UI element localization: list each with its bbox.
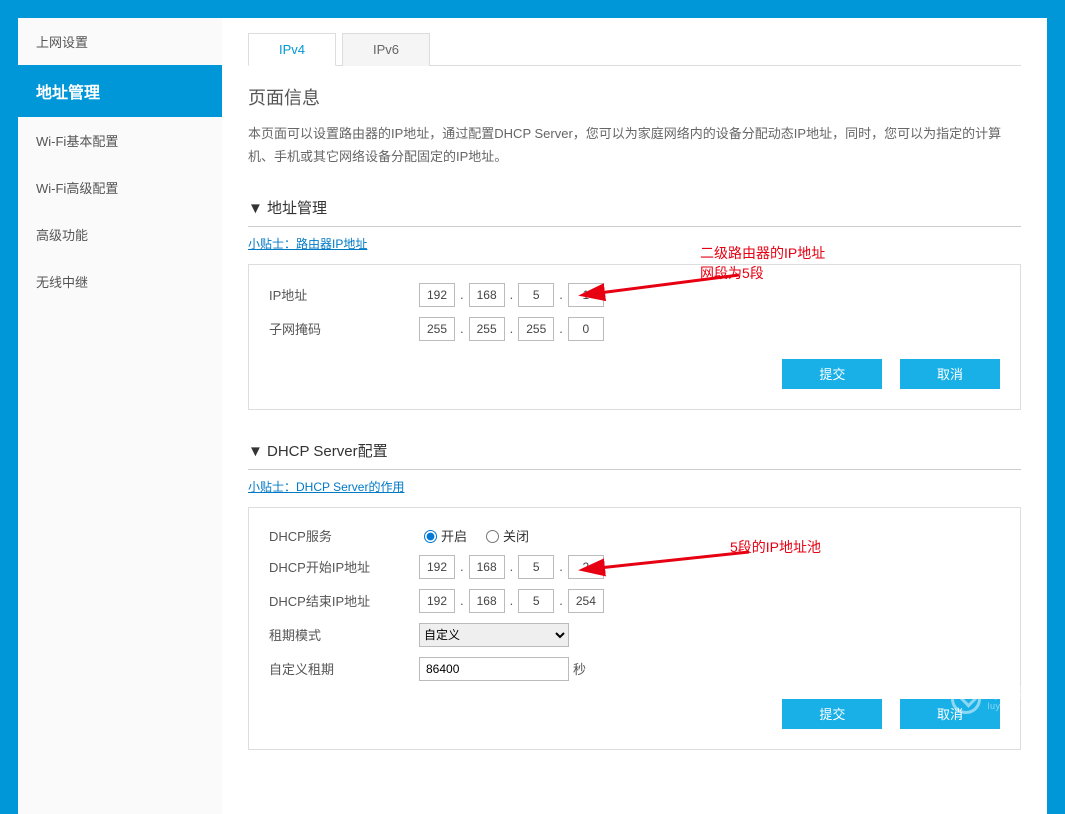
section-address-head[interactable]: ▼ 地址管理 [248,191,1021,227]
dhcp-panel: DHCP服务 开启 关闭 DHCP开始IP地址 . . . DHCP结束IP地址 [248,507,1021,750]
sidebar-item-relay[interactable]: 无线中继 [18,258,222,305]
mask-oct-1[interactable] [419,317,455,341]
watermark-title: 路由器 [987,686,1041,703]
custom-lease-input[interactable] [419,657,569,681]
mask-oct-3[interactable] [518,317,554,341]
dhcp-service-label: DHCP服务 [269,526,419,545]
sidebar-item-advanced[interactable]: 高级功能 [18,211,222,258]
end-oct-2[interactable] [469,589,505,613]
tabs: IPv4 IPv6 [248,32,1021,66]
tip-router-ip[interactable]: 小贴士：路由器IP地址 [248,235,367,252]
watermark: 路由器 luyouqi.com [951,684,1041,714]
custom-lease-label: 自定义租期 [269,659,419,678]
dhcp-end-label: DHCP结束IP地址 [269,591,419,610]
mask-oct-4[interactable] [568,317,604,341]
ip-oct-3[interactable] [518,283,554,307]
start-oct-2[interactable] [469,555,505,579]
ip-label: IP地址 [269,285,419,304]
addr-cancel-button[interactable]: 取消 [900,359,1000,389]
sidebar-item-wifi-advanced[interactable]: Wi-Fi高级配置 [18,164,222,211]
lease-mode-label: 租期模式 [269,625,419,644]
main-content: IPv4 IPv6 页面信息 本页面可以设置路由器的IP地址，通过配置DHCP … [222,18,1047,814]
dhcp-start-label: DHCP开始IP地址 [269,557,419,576]
sidebar-item-wifi-basic[interactable]: Wi-Fi基本配置 [18,117,222,164]
dhcp-off-radio[interactable]: 关闭 [481,526,529,545]
tab-ipv4[interactable]: IPv4 [248,33,336,66]
start-oct-1[interactable] [419,555,455,579]
lease-mode-select[interactable]: 自定义 [419,623,569,647]
end-oct-1[interactable] [419,589,455,613]
ip-oct-1[interactable] [419,283,455,307]
ip-oct-2[interactable] [469,283,505,307]
mask-oct-2[interactable] [469,317,505,341]
end-oct-4[interactable] [568,589,604,613]
tip-dhcp[interactable]: 小贴士：DHCP Server的作用 [248,478,404,495]
watermark-icon [951,684,981,714]
page-title: 页面信息 [248,84,1021,110]
end-oct-3[interactable] [518,589,554,613]
tab-ipv6[interactable]: IPv6 [342,33,430,66]
addr-submit-button[interactable]: 提交 [782,359,882,389]
ip-oct-4[interactable] [568,283,604,307]
lease-unit: 秒 [573,659,586,678]
dhcp-submit-button[interactable]: 提交 [782,699,882,729]
sidebar: 上网设置 地址管理 Wi-Fi基本配置 Wi-Fi高级配置 高级功能 无线中继 [18,18,222,814]
start-oct-4[interactable] [568,555,604,579]
mask-label: 子网掩码 [269,319,419,338]
dhcp-on-radio[interactable]: 开启 [419,526,467,545]
sidebar-item-internet[interactable]: 上网设置 [18,18,222,65]
page-description: 本页面可以设置路由器的IP地址，通过配置DHCP Server，您可以为家庭网络… [248,122,1021,169]
address-panel: IP地址 . . . 子网掩码 . . . [248,264,1021,410]
watermark-sub: luyouqi.com [987,702,1041,712]
section-dhcp-head[interactable]: ▼ DHCP Server配置 [248,434,1021,470]
sidebar-item-address[interactable]: 地址管理 [18,65,222,117]
start-oct-3[interactable] [518,555,554,579]
